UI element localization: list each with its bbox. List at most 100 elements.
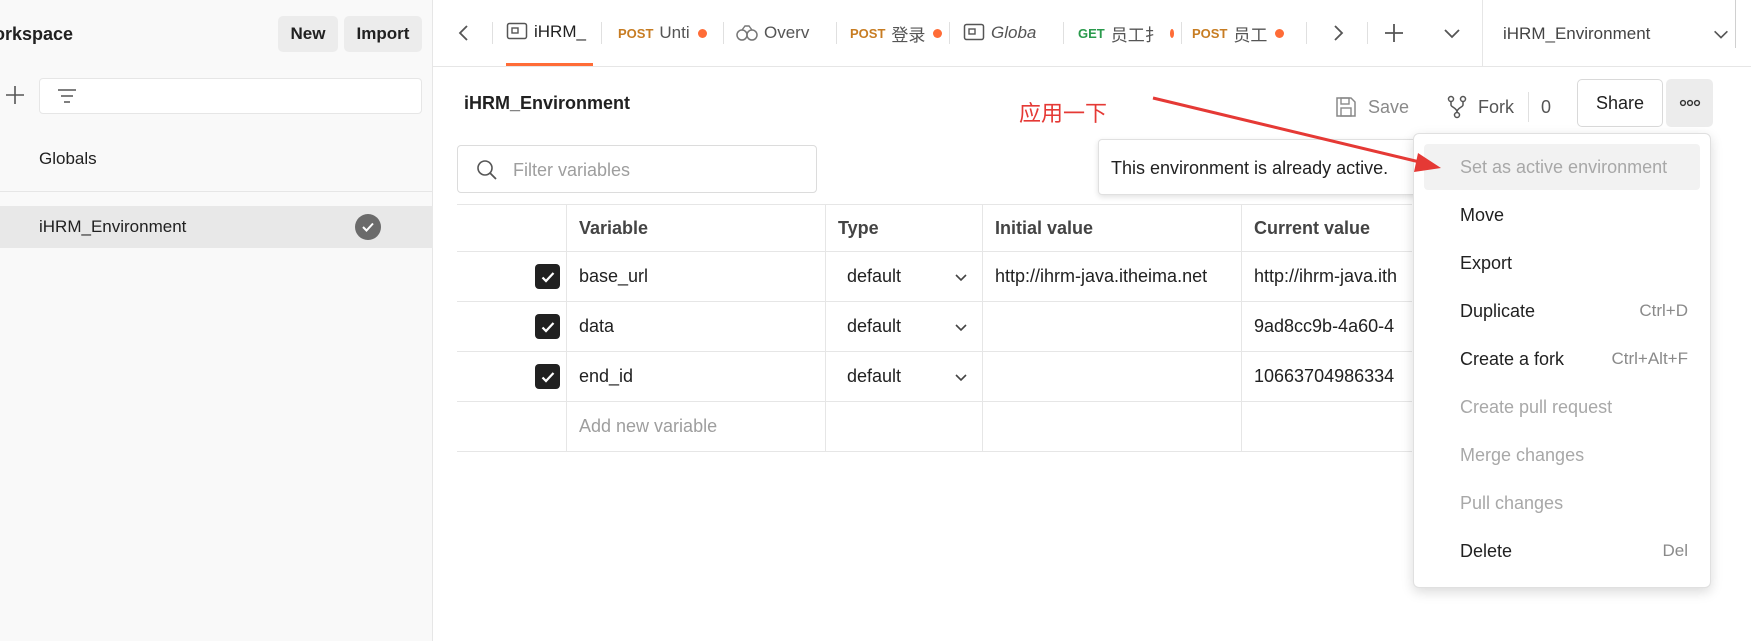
menu-item-pull-changes[interactable]: Pull changes [1424, 480, 1700, 526]
row-checkbox[interactable] [457, 302, 567, 352]
sidebar: orkspace New Import Globals iHRM_Environ… [0, 0, 433, 641]
fork-count[interactable]: 0 [1541, 84, 1551, 130]
menu-item-label: Pull changes [1460, 492, 1564, 513]
tab-post-login[interactable]: POST 登录 [850, 0, 946, 66]
app-window: orkspace New Import Globals iHRM_Environ… [0, 0, 1751, 641]
globals-icon [963, 23, 985, 41]
filter-variables-input[interactable]: Filter variables [457, 145, 817, 193]
chevron-down-icon [955, 323, 967, 331]
chevron-down-icon [955, 373, 967, 381]
fork-label: Fork [1478, 96, 1514, 117]
plus-icon[interactable] [4, 84, 26, 106]
tab-overview[interactable]: Overv [735, 0, 825, 66]
menu-item-label: Create a fork [1460, 348, 1565, 369]
tab-label: 员工 [1233, 25, 1268, 45]
save-button[interactable]: Save [1334, 84, 1409, 130]
menu-item-move[interactable]: Move [1424, 192, 1700, 238]
sidebar-item-environment[interactable]: iHRM_Environment [0, 206, 433, 248]
initial-value-cell[interactable] [983, 302, 1242, 352]
column-header: Type [826, 204, 983, 252]
more-options-button[interactable] [1666, 79, 1713, 127]
tab-post-untitled[interactable]: POST Unti [618, 0, 718, 66]
divider [0, 191, 433, 192]
type-value: default [847, 316, 902, 336]
tab-bar: iHRM_ POST Unti Overv POST 登录 Globa GET … [433, 0, 1751, 67]
menu-item-shortcut: Ctrl+Alt+F [1611, 349, 1688, 368]
checkbox-checked-icon [535, 314, 560, 339]
chevron-left-icon[interactable] [453, 22, 475, 44]
menu-item-label: Set as active environment [1460, 156, 1668, 177]
tab-label: iHRM_ [534, 21, 586, 41]
tab-post-employee[interactable]: POST 员工 [1192, 0, 1287, 66]
initial-value-cell[interactable] [983, 352, 1242, 402]
menu-item-set-active[interactable]: Set as active environment [1424, 144, 1700, 190]
tab-get-employee[interactable]: GET 员工扌 [1078, 0, 1174, 66]
type-value: default [847, 366, 902, 386]
tab-label: Overv [764, 23, 810, 42]
menu-item-label: Delete [1460, 540, 1513, 561]
add-variable-input[interactable]: Add new variable [567, 402, 826, 452]
current-value-cell[interactable]: 10663704986334 [1242, 352, 1412, 402]
environment-selector[interactable]: iHRM_Environment [1482, 0, 1751, 66]
share-button[interactable]: Share [1577, 79, 1663, 127]
chevron-down-icon [955, 273, 967, 281]
method-badge: GET [1078, 25, 1105, 41]
method-badge: POST [850, 25, 886, 41]
import-button[interactable]: Import [344, 16, 422, 52]
initial-value-cell[interactable]: http://ihrm-java.itheima.net [983, 252, 1242, 302]
more-options-menu: Set as active environment Move Export Du… [1413, 133, 1711, 588]
sidebar-filter-input[interactable] [39, 78, 422, 114]
chevron-down-icon [1714, 30, 1728, 39]
type-select[interactable]: default [826, 352, 983, 402]
type-select[interactable]: default [826, 302, 983, 352]
menu-item-export[interactable]: Export [1424, 240, 1700, 286]
type-select[interactable]: default [826, 252, 983, 302]
save-label: Save [1368, 96, 1410, 117]
tab-label: Globa [991, 23, 1037, 42]
menu-item-duplicate[interactable]: Duplicate Ctrl+D [1424, 288, 1700, 334]
fork-button[interactable]: Fork [1446, 84, 1514, 130]
column-header: Variable [567, 204, 826, 252]
variable-cell[interactable]: base_url [567, 252, 826, 302]
overview-icon [736, 25, 758, 41]
checkbox-checked-icon [535, 364, 560, 389]
filter-placeholder: Filter variables [513, 160, 631, 180]
new-tab-plus-icon[interactable] [1383, 22, 1405, 44]
row-checkbox[interactable] [457, 252, 567, 302]
menu-item-create-fork[interactable]: Create a fork Ctrl+Alt+F [1424, 336, 1700, 382]
chevron-right-icon[interactable] [1327, 22, 1349, 44]
menu-item-merge-changes[interactable]: Merge changes [1424, 432, 1700, 478]
sidebar-item-label: iHRM_Environment [39, 217, 187, 236]
unsaved-dot [1169, 28, 1174, 38]
active-check-icon [355, 214, 381, 240]
variable-cell[interactable]: data [567, 302, 826, 352]
unsaved-dot [933, 28, 943, 38]
tooltip: This environment is already active. [1098, 139, 1417, 195]
menu-item-label: Create pull request [1460, 396, 1613, 417]
chevron-down-icon[interactable] [1441, 22, 1463, 44]
tab-label: 登录 [891, 25, 926, 45]
menu-item-create-pull-request[interactable]: Create pull request [1424, 384, 1700, 430]
new-button[interactable]: New [278, 16, 338, 52]
filter-icon [58, 89, 76, 103]
method-badge: POST [618, 25, 654, 41]
menu-item-delete[interactable]: Delete Del [1424, 528, 1700, 574]
variable-cell[interactable]: end_id [567, 352, 826, 402]
page-title: iHRM_Environment [464, 93, 631, 113]
type-value: default [847, 266, 902, 286]
environment-selector-label: iHRM_Environment [1503, 24, 1651, 43]
current-value-cell[interactable]: http://ihrm-java.ith [1242, 252, 1412, 302]
tab-environment[interactable]: iHRM_ [506, 0, 593, 66]
save-icon [1336, 97, 1356, 117]
tab-globals[interactable]: Globa [963, 0, 1053, 66]
row-checkbox[interactable] [457, 352, 567, 402]
sidebar-item-globals[interactable]: Globals [39, 149, 97, 169]
column-header: Current value [1242, 204, 1412, 252]
more-icon [1679, 99, 1700, 107]
menu-item-label: Merge changes [1460, 444, 1585, 465]
current-value-cell[interactable]: 9ad8cc9b-4a60-4 [1242, 302, 1412, 352]
fork-icon [1447, 95, 1467, 119]
environment-icon [506, 22, 528, 39]
tab-label: Unti [659, 23, 690, 42]
menu-item-shortcut: Del [1662, 541, 1688, 560]
